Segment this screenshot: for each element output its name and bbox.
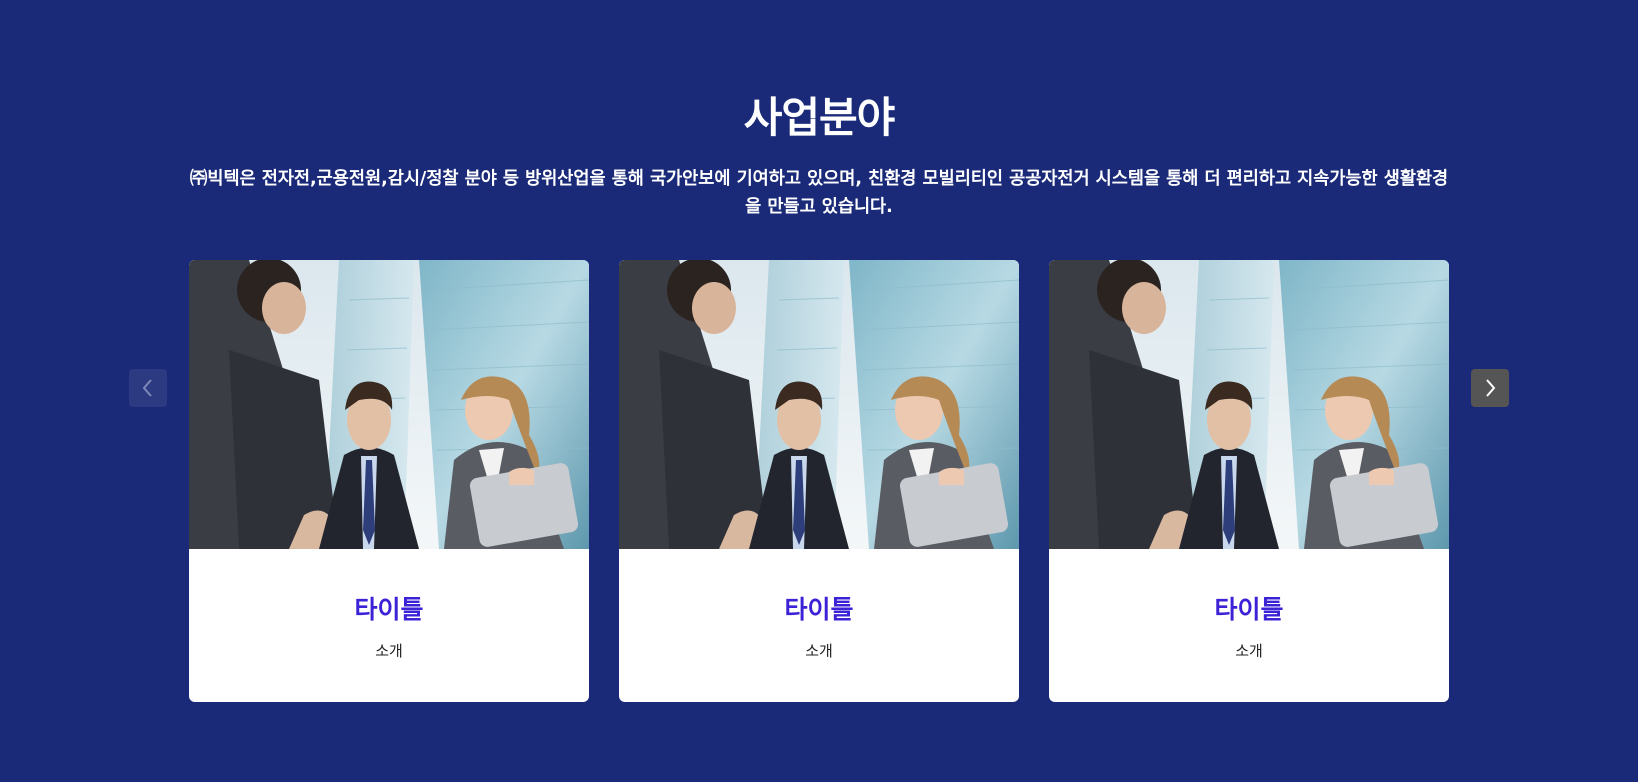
section-description: ㈜빅텍은 전자전,군용전원,감시/정찰 분야 등 방위산업을 통해 국가안보에 … xyxy=(189,169,1449,217)
business-card[interactable]: 타이틀 소개 xyxy=(619,260,1019,702)
section-title: 사업분야 xyxy=(743,93,896,142)
carousel-prev-button[interactable] xyxy=(129,369,167,407)
carousel-track: 타이틀 소개 타이틀 소개 타이틀 소개 xyxy=(189,260,1449,702)
chevron-left-icon xyxy=(142,379,152,397)
business-card[interactable]: 타이틀 소개 xyxy=(189,260,589,702)
card-photo xyxy=(619,260,1019,549)
card-text: 소개 xyxy=(1235,642,1263,660)
business-section: 사업분야 ㈜빅텍은 전자전,군용전원,감시/정찰 분야 등 방위산업을 통해 국… xyxy=(0,0,1638,782)
card-photo xyxy=(189,260,589,549)
card-title: 타이틀 xyxy=(1214,595,1284,624)
card-photo xyxy=(1049,260,1449,549)
card-title: 타이틀 xyxy=(354,595,424,624)
card-text: 소개 xyxy=(805,642,833,660)
card-text: 소개 xyxy=(375,642,403,660)
card-title: 타이틀 xyxy=(784,595,854,624)
business-card[interactable]: 타이틀 소개 xyxy=(1049,260,1449,702)
chevron-right-icon xyxy=(1486,379,1496,397)
carousel-next-button[interactable] xyxy=(1471,369,1509,407)
